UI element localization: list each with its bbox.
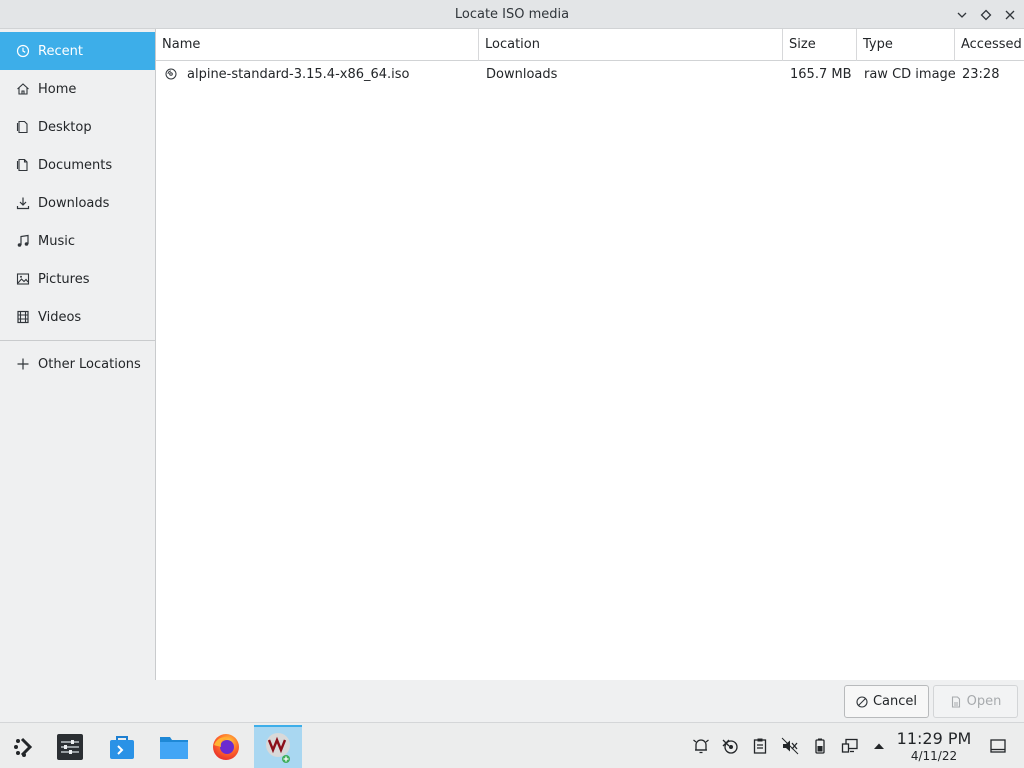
tray-expand-icon[interactable] bbox=[869, 736, 889, 756]
column-accessed[interactable]: Accessed bbox=[955, 29, 1024, 61]
sidebar-divider bbox=[0, 340, 155, 341]
table-row[interactable]: alpine-standard-3.15.4-x86_64.iso Downlo… bbox=[156, 61, 1024, 88]
documents-icon bbox=[16, 158, 30, 172]
sidebar-item-label: Home bbox=[38, 81, 77, 97]
clock-time: 11:29 PM bbox=[896, 729, 972, 748]
sidebar-item-label: Recent bbox=[38, 43, 83, 59]
sidebar-item-label: Other Locations bbox=[38, 356, 141, 372]
window-title: Locate ISO media bbox=[454, 7, 570, 22]
desktop-icon bbox=[16, 120, 30, 134]
sidebar-item-other-locations[interactable]: Other Locations bbox=[0, 345, 155, 383]
file-type: raw CD image bbox=[864, 67, 955, 82]
column-size[interactable]: Size bbox=[783, 29, 857, 61]
sidebar-item-label: Videos bbox=[38, 309, 82, 325]
column-type[interactable]: Type bbox=[857, 29, 955, 61]
videos-icon bbox=[16, 310, 30, 324]
music-icon bbox=[16, 234, 30, 248]
sidebar-item-documents[interactable]: Documents bbox=[0, 146, 155, 184]
sidebar-item-label: Downloads bbox=[38, 195, 110, 211]
launcher-icon bbox=[14, 737, 33, 757]
column-name[interactable]: Name bbox=[156, 29, 479, 61]
sidebar-item-downloads[interactable]: Downloads bbox=[0, 184, 155, 222]
sidebar-item-music[interactable]: Music bbox=[0, 222, 155, 260]
network-icon[interactable] bbox=[840, 736, 860, 756]
dialog-button-bar: Cancel Open bbox=[0, 680, 1024, 722]
sidebar-item-videos[interactable]: Videos bbox=[0, 298, 155, 336]
close-icon bbox=[1005, 10, 1014, 19]
clock-date: 4/11/22 bbox=[910, 749, 958, 763]
chevron-down-icon bbox=[957, 12, 966, 18]
clipboard-icon[interactable] bbox=[750, 736, 770, 756]
column-location[interactable]: Location bbox=[479, 29, 783, 61]
document-open-icon bbox=[951, 695, 960, 708]
taskbar: 11:29 PM 4/11/22 bbox=[0, 722, 1024, 768]
battery-icon[interactable] bbox=[810, 736, 830, 756]
sidebar-item-recent[interactable]: Recent bbox=[0, 32, 155, 70]
diamond-icon bbox=[980, 9, 991, 20]
download-icon bbox=[16, 196, 30, 210]
virt-manager-icon bbox=[266, 733, 290, 763]
pictures-icon bbox=[16, 272, 30, 286]
folder-icon bbox=[160, 737, 188, 759]
plus-icon bbox=[16, 357, 30, 371]
file-accessed: 23:28 bbox=[962, 67, 1000, 82]
open-label: Open bbox=[966, 694, 1002, 709]
column-header: Name Location Size Type Accessed bbox=[156, 29, 1024, 61]
taskbar-virt-manager[interactable] bbox=[254, 725, 302, 768]
taskbar-file-manager[interactable] bbox=[150, 725, 198, 768]
file-list: Name Location Size Type Accessed alpine-… bbox=[156, 29, 1024, 680]
places-sidebar: Recent Home Desktop Documents Downloads … bbox=[0, 29, 156, 680]
maximize-button[interactable] bbox=[975, 4, 996, 25]
sidebar-item-label: Pictures bbox=[38, 271, 90, 287]
app-launcher-button[interactable] bbox=[0, 725, 48, 768]
clock-icon bbox=[16, 44, 30, 58]
cancel-icon bbox=[856, 695, 868, 708]
file-size: 165.7 MB bbox=[790, 67, 852, 82]
kde-connect-icon[interactable] bbox=[720, 736, 740, 756]
digital-clock[interactable]: 11:29 PM 4/11/22 bbox=[896, 729, 972, 763]
disc-icon bbox=[165, 68, 177, 80]
discover-icon bbox=[110, 736, 134, 759]
file-name: alpine-standard-3.15.4-x86_64.iso bbox=[187, 67, 410, 82]
show-desktop-icon[interactable] bbox=[988, 736, 1008, 756]
cancel-label: Cancel bbox=[872, 694, 918, 709]
home-icon bbox=[16, 82, 30, 96]
minimize-button[interactable] bbox=[951, 4, 972, 25]
sidebar-item-label: Documents bbox=[38, 157, 113, 173]
title-bar: Locate ISO media bbox=[0, 0, 1024, 29]
taskbar-discover[interactable] bbox=[98, 725, 146, 768]
settings-icon bbox=[57, 734, 83, 760]
sidebar-item-home[interactable]: Home bbox=[0, 70, 155, 108]
sidebar-item-label: Music bbox=[38, 233, 75, 249]
open-button[interactable]: Open bbox=[933, 685, 1018, 718]
sidebar-item-label: Desktop bbox=[38, 119, 92, 135]
taskbar-firefox[interactable] bbox=[202, 725, 250, 768]
cancel-button[interactable]: Cancel bbox=[844, 685, 929, 718]
sidebar-item-pictures[interactable]: Pictures bbox=[0, 260, 155, 298]
file-location: Downloads bbox=[486, 67, 558, 82]
sidebar-item-desktop[interactable]: Desktop bbox=[0, 108, 155, 146]
taskbar-system-settings[interactable] bbox=[46, 725, 94, 768]
firefox-icon bbox=[213, 734, 239, 760]
notifications-icon[interactable] bbox=[691, 736, 711, 756]
close-button[interactable] bbox=[999, 4, 1020, 25]
volume-muted-icon[interactable] bbox=[780, 736, 800, 756]
